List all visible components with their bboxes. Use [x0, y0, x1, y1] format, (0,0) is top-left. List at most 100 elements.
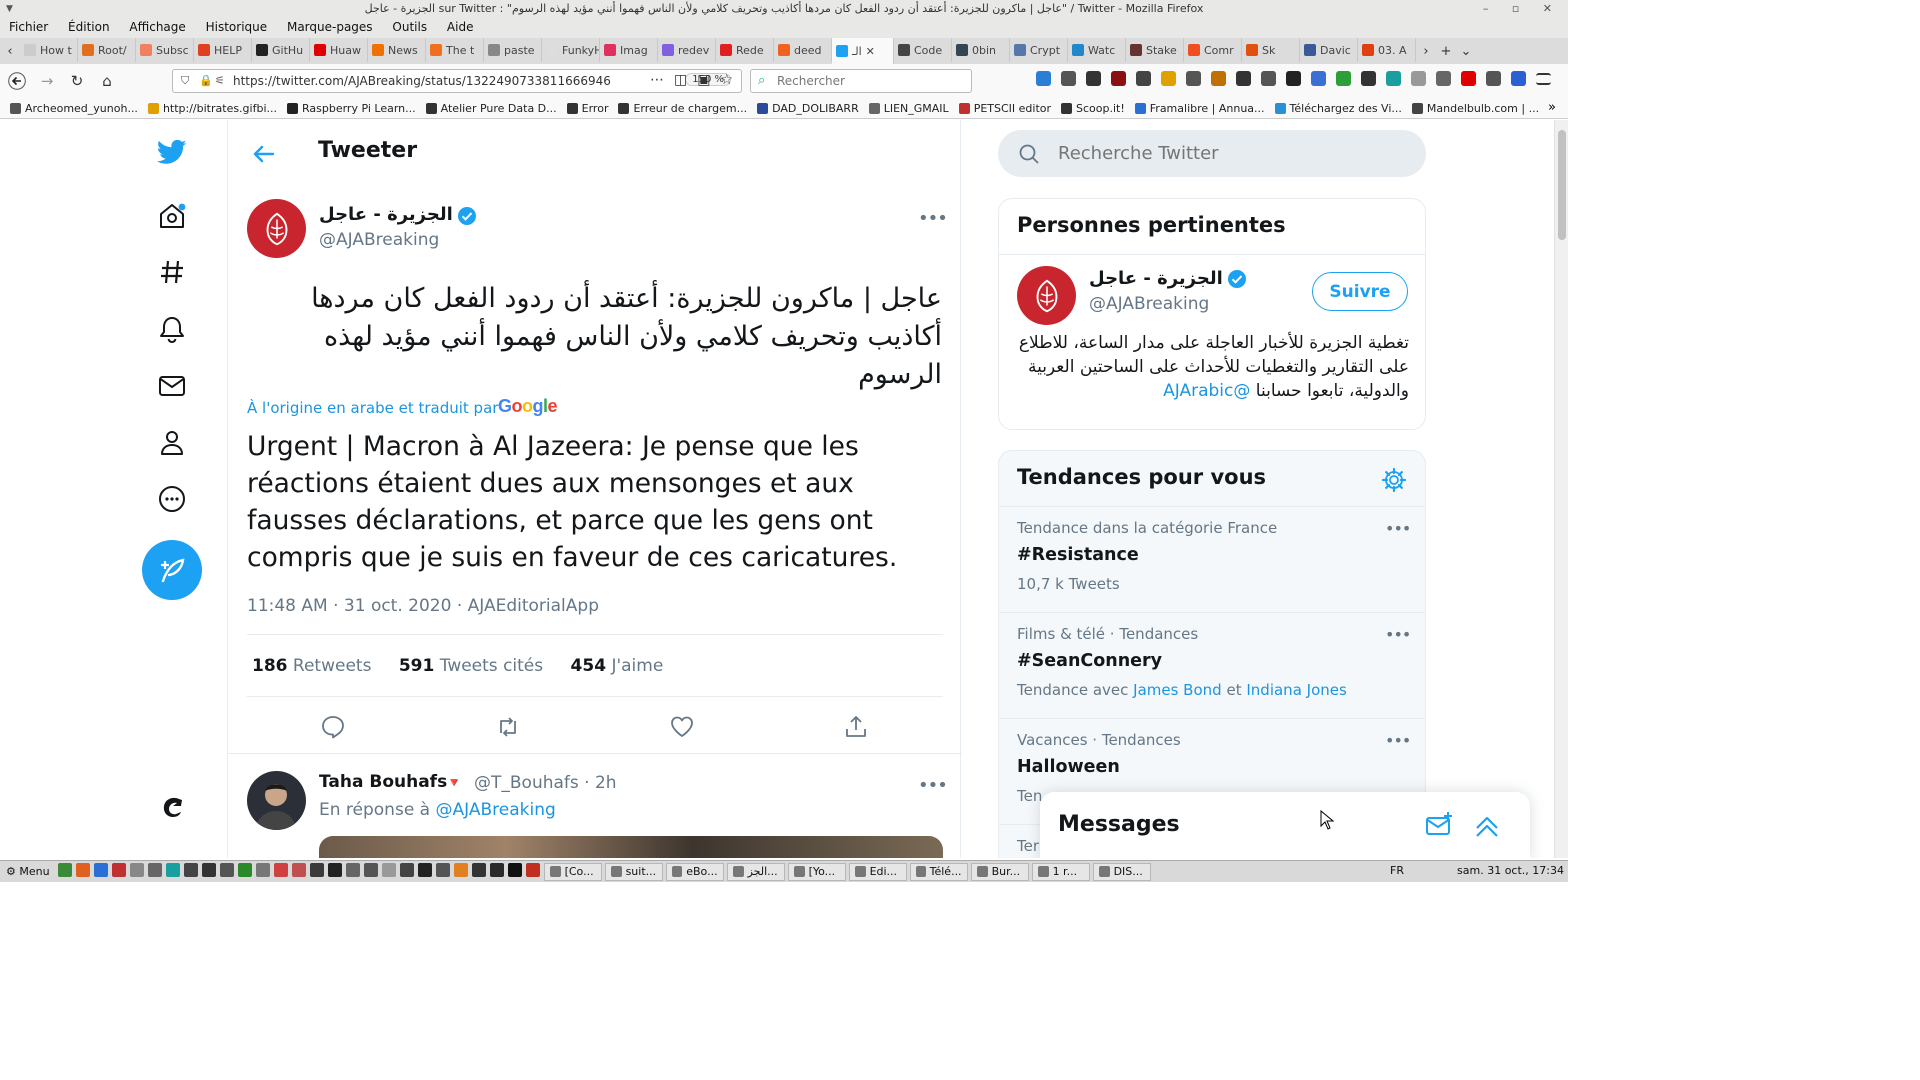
launcher-icon[interactable]: [453, 863, 468, 877]
twitter-logo-icon[interactable]: [146, 126, 198, 178]
tabs-scroll-left-icon[interactable]: ‹: [0, 44, 20, 59]
launcher-icon[interactable]: [435, 863, 450, 877]
bookmark-item[interactable]: http://bitrates.gifbi...: [147, 102, 277, 115]
bio-mention-link[interactable]: @AJArabic: [1163, 381, 1250, 401]
launcher-icon[interactable]: [399, 863, 414, 877]
launcher-icon[interactable]: [255, 863, 270, 877]
browser-tab[interactable]: redev: [658, 38, 716, 62]
reply-more-icon[interactable]: •••: [918, 775, 948, 796]
bookmark-item[interactable]: Archeomed_yunoh...: [10, 102, 138, 115]
bookmark-item[interactable]: PETSCII editor: [958, 102, 1051, 115]
scrollbar-thumb[interactable]: [1558, 130, 1566, 240]
launcher-icon[interactable]: [345, 863, 360, 877]
clock[interactable]: sam. 31 oct., 17:34: [1457, 864, 1564, 877]
trend-item[interactable]: Tendance dans la catégorie France #Resis…: [999, 507, 1425, 611]
tweet-more-icon[interactable]: •••: [918, 208, 948, 229]
browser-tab[interactable]: Stake: [1126, 38, 1184, 62]
browser-tab[interactable]: FunkyHu: [542, 38, 600, 62]
taskbar-window-button[interactable]: Télé...: [909, 862, 968, 881]
people-name[interactable]: الجزيرة - عاجل: [1089, 268, 1223, 289]
window-menu-icon[interactable]: ▼: [6, 0, 13, 18]
launcher-icon[interactable]: [57, 863, 72, 877]
page-scrollbar[interactable]: [1554, 120, 1568, 858]
nav-explore[interactable]: [146, 246, 198, 298]
extension-icon[interactable]: [1511, 71, 1526, 86]
browser-tab[interactable]: 03. A: [1358, 38, 1416, 62]
bookmark-item[interactable]: Téléchargez des Vi...: [1274, 102, 1402, 115]
nav-home[interactable]: [146, 190, 198, 242]
messages-drawer[interactable]: Messages: [1040, 792, 1530, 858]
launcher-icon[interactable]: [237, 863, 252, 877]
taskbar-window-button[interactable]: eBo...: [665, 862, 724, 881]
launcher-icon[interactable]: [129, 863, 144, 877]
chevron-up-icon[interactable]: [1472, 810, 1502, 840]
retweet-icon[interactable]: [495, 714, 521, 740]
launcher-icon[interactable]: [219, 863, 234, 877]
new-tab-icon[interactable]: +: [1436, 44, 1456, 59]
reply-author-handle[interactable]: @T_Bouhafs · 2h: [474, 773, 617, 793]
page-actions-menu-icon[interactable]: ⋯: [650, 72, 674, 88]
browser-tab[interactable]: Imag: [600, 38, 658, 62]
browser-tab[interactable]: Sk: [1242, 38, 1300, 62]
people-handle[interactable]: @AJABreaking: [1089, 294, 1209, 314]
taskbar-window-button[interactable]: [Co...: [543, 862, 602, 881]
start-menu-button[interactable]: ⚙ Menu: [0, 865, 58, 878]
author-handle[interactable]: @AJABreaking: [319, 230, 439, 250]
extension-icon[interactable]: [1161, 71, 1176, 86]
bookmarks-overflow-icon[interactable]: »: [1548, 100, 1556, 115]
trend-related-link[interactable]: James Bond: [1133, 681, 1222, 699]
browser-tab[interactable]: The t: [426, 38, 484, 62]
extension-icon[interactable]: [1136, 71, 1151, 86]
bookmark-item[interactable]: Mandelbulb.com | ...: [1411, 102, 1539, 115]
browser-tab[interactable]: Code: [894, 38, 952, 62]
browser-tab[interactable]: GitHu: [252, 38, 310, 62]
menu-edition[interactable]: Édition: [59, 18, 117, 34]
sidebar-icon[interactable]: [1186, 71, 1201, 86]
trend-related-link[interactable]: Indiana Jones: [1246, 681, 1346, 699]
keyboard-layout[interactable]: FR: [1390, 864, 1404, 877]
hamburger-menu-icon[interactable]: [1536, 73, 1551, 85]
browser-tab[interactable]: Subsc: [136, 38, 194, 62]
trend-item[interactable]: Films & télé · Tendances #SeanConnery Te…: [999, 613, 1425, 717]
bookmark-star-icon[interactable]: ☆: [720, 72, 743, 88]
taskbar-window-button[interactable]: 1 r...: [1031, 862, 1090, 881]
browser-tab[interactable]: Root/: [78, 38, 136, 62]
trend-more-icon[interactable]: •••: [1385, 625, 1411, 644]
share-icon[interactable]: [843, 714, 869, 740]
forward-button[interactable]: →: [34, 68, 60, 94]
extension-icon[interactable]: [1386, 71, 1401, 86]
launcher-icon[interactable]: [327, 863, 342, 877]
bookmark-item[interactable]: Framalibre | Annua...: [1134, 102, 1265, 115]
reload-button[interactable]: ↻: [64, 68, 90, 94]
taskbar-window-button[interactable]: DIS...: [1092, 862, 1151, 881]
compose-tweet-button[interactable]: [142, 540, 202, 600]
launcher-icon[interactable]: [165, 863, 180, 877]
bookmark-item[interactable]: Error: [566, 102, 608, 115]
taskbar-window-button[interactable]: [Yo...: [787, 862, 846, 881]
url-text[interactable]: https://twitter.com/AJABreaking/status/1…: [233, 74, 611, 88]
extension-icon[interactable]: [1211, 71, 1226, 86]
new-message-icon[interactable]: [1424, 810, 1454, 840]
author-name[interactable]: الجزيرة - عاجل: [319, 204, 453, 225]
search-input[interactable]: [1058, 140, 1398, 166]
extension-icon[interactable]: [1361, 71, 1376, 86]
launcher-icon[interactable]: [183, 863, 198, 877]
menu-aide[interactable]: Aide: [438, 18, 481, 34]
reply-author-name[interactable]: Taha Bouhafs: [319, 772, 447, 792]
extension-icon[interactable]: [1236, 71, 1251, 86]
launcher-icon[interactable]: [525, 863, 540, 877]
twitter-search-field[interactable]: [998, 130, 1426, 177]
tab-list-icon[interactable]: ⌄: [1456, 44, 1476, 59]
translation-note[interactable]: À l'origine en arabe et traduit par: [247, 399, 498, 417]
menu-marque-pages[interactable]: Marque-pages: [278, 18, 380, 34]
launcher-icon[interactable]: [147, 863, 162, 877]
taskbar-window-button[interactable]: Edi...: [848, 862, 907, 881]
launcher-icon[interactable]: [363, 863, 378, 877]
menu-fichier[interactable]: Fichier: [0, 18, 55, 34]
youtube-icon[interactable]: [1461, 71, 1476, 86]
menu-historique[interactable]: Historique: [197, 18, 275, 34]
browser-tab[interactable]: Davic: [1300, 38, 1358, 62]
reply-avatar[interactable]: [247, 771, 306, 830]
nav-messages[interactable]: [146, 360, 198, 412]
nav-more[interactable]: [146, 473, 198, 525]
